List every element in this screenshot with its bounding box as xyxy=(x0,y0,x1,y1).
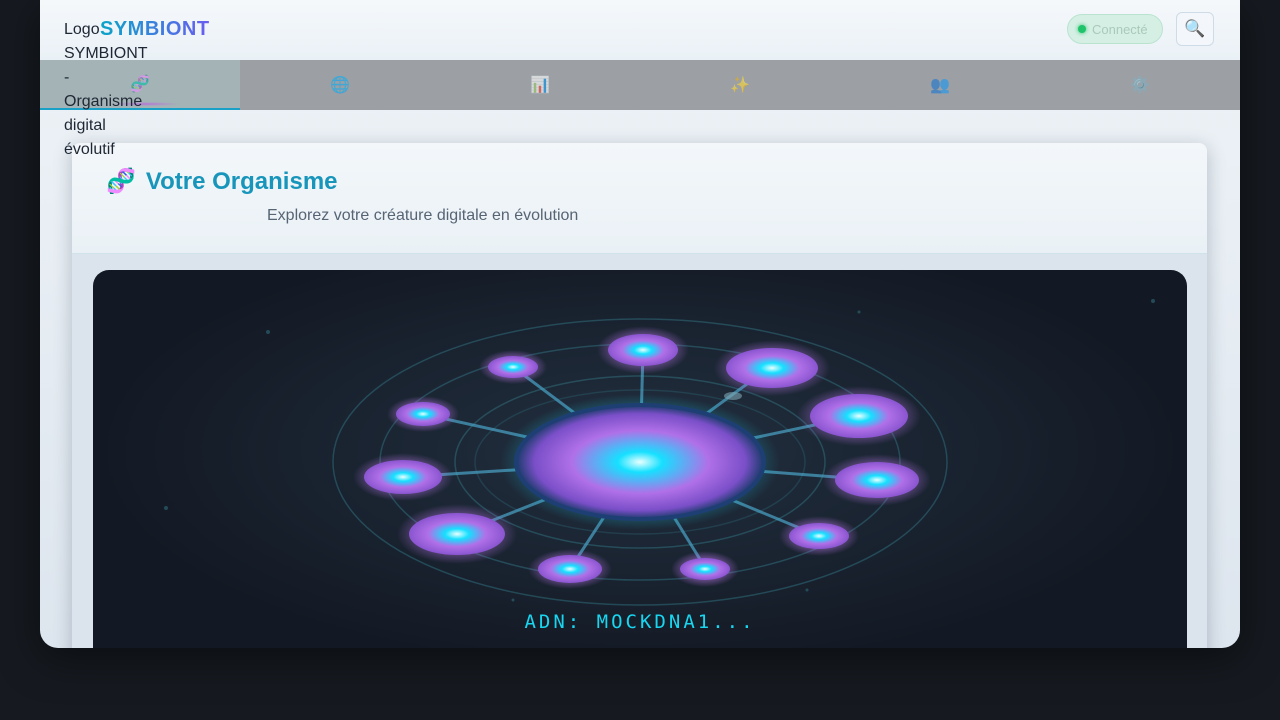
status-dot-icon xyxy=(1078,25,1086,33)
node xyxy=(823,454,931,506)
node xyxy=(597,326,689,374)
nav-tab-rituals[interactable]: ✨ xyxy=(640,60,840,110)
bar-chart-icon: 📊 xyxy=(530,77,550,94)
app-window: Logo SYMBIONT - Organisme digital évolut… xyxy=(40,0,1240,648)
panel-title: 🧬 Votre Organisme xyxy=(106,167,338,196)
organism-visualization[interactable]: ADN: MOCKDNA1... xyxy=(93,270,1187,648)
node xyxy=(797,386,921,446)
organism-canvas: ADN: MOCKDNA1... xyxy=(164,299,1155,633)
particle xyxy=(724,392,742,400)
node xyxy=(671,551,739,587)
logo-alt-text: Logo SYMBIONT - Organisme digital évolut… xyxy=(64,21,148,158)
node xyxy=(528,549,612,589)
users-icon: 👥 xyxy=(930,77,950,94)
panel-title-text: Votre Organisme xyxy=(145,167,338,195)
nav-tab-social[interactable]: 👥 xyxy=(840,60,1040,110)
main-nav: 🧬 🌐 📊 ✨ 👥 ⚙️ xyxy=(40,60,1240,110)
connection-status-badge: Connecté xyxy=(1067,14,1163,44)
app-header: Logo SYMBIONT - Organisme digital évolut… xyxy=(40,0,1240,158)
organism-panel: 🧬 Votre Organisme Explorez votre créatur… xyxy=(72,143,1207,648)
globe-icon: 🌐 xyxy=(330,77,350,94)
status-label: Connecté xyxy=(1092,21,1148,37)
node xyxy=(779,516,859,556)
search-button[interactable]: 🔍 xyxy=(1176,12,1214,46)
dna-icon: 🧬 xyxy=(130,76,150,93)
nav-tab-network[interactable]: 🌐 xyxy=(240,60,440,110)
node xyxy=(714,340,830,396)
gear-icon: ⚙️ xyxy=(1130,77,1150,94)
sparkles-icon: ✨ xyxy=(730,77,750,94)
nav-tab-settings[interactable]: ⚙️ xyxy=(1040,60,1240,110)
nav-tab-stats[interactable]: 📊 xyxy=(440,60,640,110)
panel-subtitle: Explorez votre créature digitale en évol… xyxy=(267,207,579,224)
node xyxy=(397,504,517,564)
node xyxy=(387,396,459,432)
search-icon: 🔍 xyxy=(1184,19,1206,38)
node xyxy=(353,453,453,501)
organism-core xyxy=(514,403,766,521)
panel-header: 🧬 Votre Organisme Explorez votre créatur… xyxy=(72,143,1207,254)
dna-icon: 🧬 xyxy=(106,168,136,195)
node xyxy=(479,350,547,384)
dna-label: ADN: MOCKDNA1... xyxy=(524,611,755,633)
